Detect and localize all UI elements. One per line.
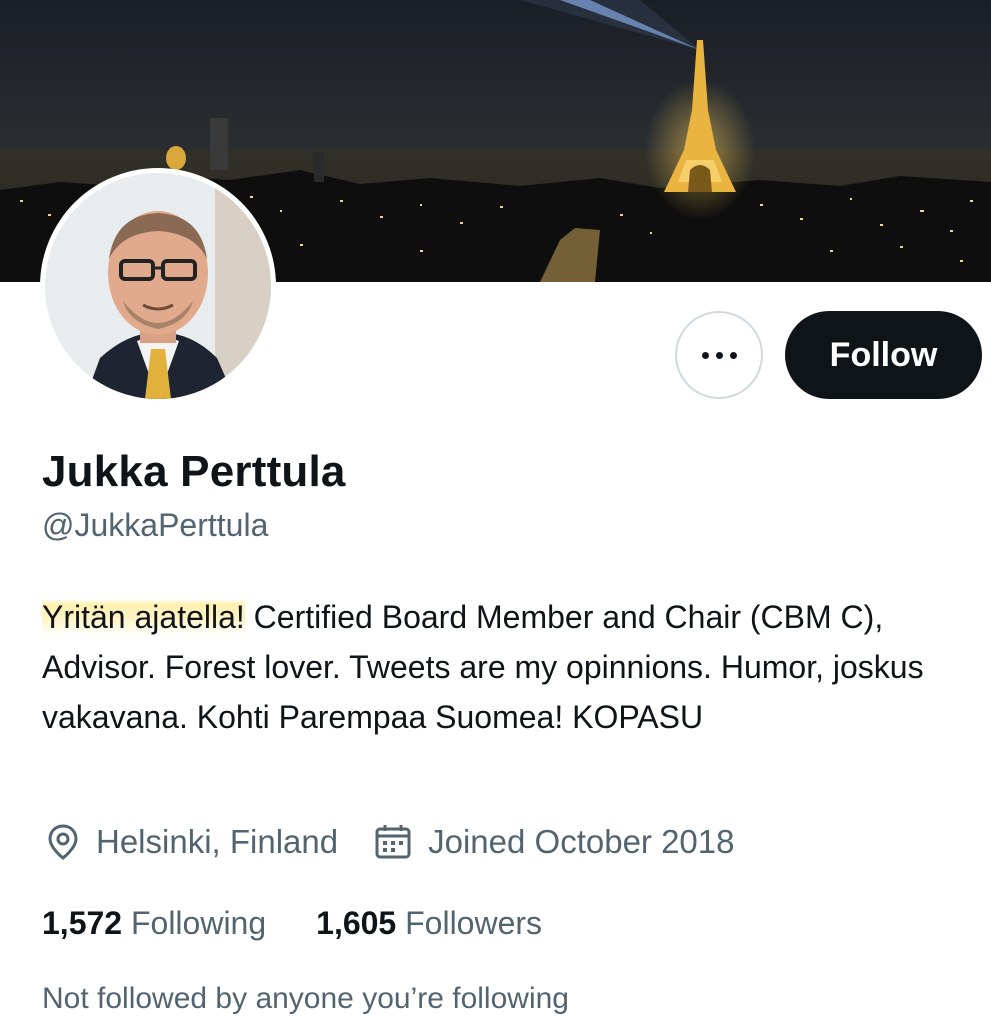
location-pin-icon [48,824,78,860]
followers-link[interactable]: 1,605 Followers [316,905,542,942]
following-count: 1,572 [42,905,123,941]
profile-bio: Yritän ajatella! Certified Board Member … [42,592,972,742]
profile-handle: @JukkaPerttula [42,507,269,543]
not-followed-notice: Not followed by anyone you’re following [42,982,569,1015]
profile-name: Jukka Perttula [42,447,346,496]
follow-button[interactable]: Follow [785,311,982,399]
more-options-button[interactable] [675,311,763,399]
bio-highlighted-text: Yritän ajatella! [42,599,245,635]
profile-stats: 1,572 Following 1,605 Followers [42,905,592,942]
followers-label: Followers [405,905,543,941]
following-label: Following [130,905,267,941]
followers-count: 1,605 [316,905,397,941]
location-text: Helsinki, Finland [96,823,339,860]
profile-meta: Helsinki, Finland Joined October 2018 [46,823,771,861]
joined-text: Joined October 2018 [428,823,735,860]
calendar-icon [375,825,411,859]
avatar[interactable] [40,168,276,404]
following-link[interactable]: 1,572 Following [42,905,266,942]
joined-date: Joined October 2018 [374,823,735,861]
avatar-photo [45,173,271,399]
more-horizontal-icon [701,351,737,359]
location: Helsinki, Finland [46,823,338,861]
